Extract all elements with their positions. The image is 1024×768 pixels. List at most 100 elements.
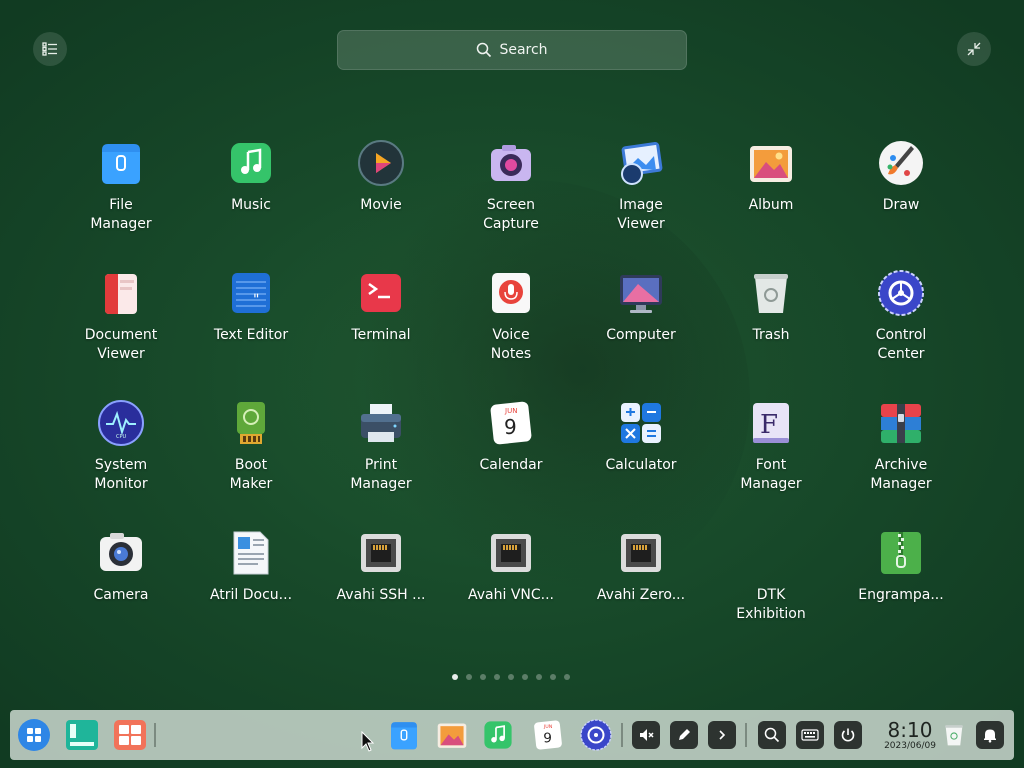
calendar-icon: JUN 9 xyxy=(490,401,532,445)
app-label: Avahi VNC... xyxy=(467,587,554,603)
app-atril[interactable]: Atril Docu... xyxy=(186,520,316,650)
app-text-editor[interactable]: " Text Editor xyxy=(186,260,316,390)
dock: JUN 9 8:10 2023/06/09 xyxy=(10,710,1014,760)
page-dot[interactable] xyxy=(522,674,528,680)
app-label: Terminal xyxy=(351,327,411,343)
app-voice-notes[interactable]: Voice Notes xyxy=(446,260,576,390)
list-view-button[interactable] xyxy=(33,32,67,66)
album-icon xyxy=(750,146,792,182)
notifications-button[interactable] xyxy=(976,721,1004,749)
app-draw[interactable]: Draw xyxy=(836,130,966,260)
page-dot[interactable] xyxy=(466,674,472,680)
app-boot-maker[interactable]: Boot Maker xyxy=(186,390,316,520)
power-icon xyxy=(841,728,855,742)
app-archive-manager[interactable]: Archive Manager xyxy=(836,390,966,520)
page-dot[interactable] xyxy=(564,674,570,680)
tray-expand-button[interactable] xyxy=(708,721,736,749)
list-icon xyxy=(42,42,57,56)
control-center-icon xyxy=(878,270,924,316)
font-manager-icon: F xyxy=(753,403,789,443)
app-label: Avahi Zero... xyxy=(596,587,686,603)
page-indicator xyxy=(452,674,570,680)
app-camera[interactable]: Camera xyxy=(56,520,186,650)
app-control-center[interactable]: Control Center xyxy=(836,260,966,390)
launcher-button[interactable] xyxy=(16,717,52,753)
workspaces-button[interactable] xyxy=(112,717,148,753)
calendar-month: JUN xyxy=(543,724,553,730)
app-label: Document Viewer xyxy=(84,327,158,362)
system-monitor-icon: CPU xyxy=(98,400,144,446)
app-computer[interactable]: Computer xyxy=(576,260,706,390)
app-calendar[interactable]: JUN 9 Calendar xyxy=(446,390,576,520)
dock-album[interactable] xyxy=(434,717,470,753)
svg-text:": " xyxy=(253,292,259,308)
computer-icon xyxy=(620,275,662,313)
screen-capture-icon xyxy=(491,145,531,181)
app-avahi-zeroconf[interactable]: Avahi Zero... xyxy=(576,520,706,650)
dock-file-manager[interactable] xyxy=(386,717,422,753)
app-print-manager[interactable]: Print Manager xyxy=(316,390,446,520)
app-terminal[interactable]: Terminal xyxy=(316,260,446,390)
terminal-icon xyxy=(361,274,401,312)
app-label: Movie xyxy=(360,197,402,213)
app-movie[interactable]: Movie xyxy=(316,130,446,260)
calendar-icon: JUN 9 xyxy=(534,720,562,750)
trash-icon xyxy=(754,274,788,313)
search-box[interactable]: Search xyxy=(337,30,687,70)
page-dot[interactable] xyxy=(494,674,500,680)
app-calculator[interactable]: Calculator xyxy=(576,390,706,520)
app-label: Calculator xyxy=(605,457,677,473)
app-music[interactable]: Music xyxy=(186,130,316,260)
dock-search-button[interactable] xyxy=(758,721,786,749)
page-dot[interactable] xyxy=(480,674,486,680)
app-label: Control Center xyxy=(875,327,927,362)
app-image-viewer[interactable]: Image Viewer xyxy=(576,130,706,260)
page-dot[interactable] xyxy=(536,674,542,680)
page-dot[interactable] xyxy=(550,674,556,680)
app-dtk-exhibition[interactable]: DTK Exhibition xyxy=(706,520,836,650)
calendar-month: JUN xyxy=(504,407,517,415)
exit-fullscreen-button[interactable] xyxy=(957,32,991,66)
app-label: Print Manager xyxy=(350,457,412,492)
app-label: Album xyxy=(748,197,794,213)
print-manager-icon xyxy=(361,404,401,442)
archive-manager-icon xyxy=(881,404,921,443)
app-label: Trash xyxy=(752,327,790,343)
color-picker-button[interactable] xyxy=(670,721,698,749)
draw-icon xyxy=(879,141,923,185)
album-icon xyxy=(437,723,467,748)
app-file-manager[interactable]: File Manager xyxy=(56,130,186,260)
svg-text:F: F xyxy=(760,410,778,440)
app-trash[interactable]: Trash xyxy=(706,260,836,390)
text-editor-icon: " xyxy=(232,273,270,313)
app-avahi-ssh[interactable]: Avahi SSH ... xyxy=(316,520,446,650)
music-icon xyxy=(231,143,271,183)
page-dot[interactable] xyxy=(452,674,458,680)
app-label: Font Manager xyxy=(740,457,802,492)
multitask-view-button[interactable] xyxy=(64,717,100,753)
app-label: Calendar xyxy=(479,457,543,473)
app-engrampa[interactable]: Engrampa... xyxy=(836,520,966,650)
dock-control-center[interactable] xyxy=(578,717,614,753)
onscreen-keyboard-button[interactable] xyxy=(796,721,824,749)
calendar-day: 9 xyxy=(504,415,517,439)
app-screen-capture[interactable]: Screen Capture xyxy=(446,130,576,260)
app-system-monitor[interactable]: CPU System Monitor xyxy=(56,390,186,520)
dock-trash[interactable] xyxy=(936,717,972,753)
dock-music[interactable] xyxy=(480,717,516,753)
page-dot[interactable] xyxy=(508,674,514,680)
app-album[interactable]: Album xyxy=(706,130,836,260)
app-document-viewer[interactable]: Document Viewer xyxy=(56,260,186,390)
power-button[interactable] xyxy=(834,721,862,749)
app-label: Text Editor xyxy=(213,327,289,343)
volume-button[interactable] xyxy=(632,721,660,749)
app-label: Boot Maker xyxy=(229,457,273,492)
pen-icon xyxy=(679,729,690,740)
avahi-ssh-icon xyxy=(361,534,401,572)
file-manager-icon xyxy=(102,144,140,184)
app-font-manager[interactable]: F Font Manager xyxy=(706,390,836,520)
avahi-zeroconf-icon xyxy=(621,534,661,572)
app-avahi-vnc[interactable]: Avahi VNC... xyxy=(446,520,576,650)
app-label: Atril Docu... xyxy=(209,587,293,603)
dock-calendar[interactable]: JUN 9 xyxy=(530,717,566,753)
